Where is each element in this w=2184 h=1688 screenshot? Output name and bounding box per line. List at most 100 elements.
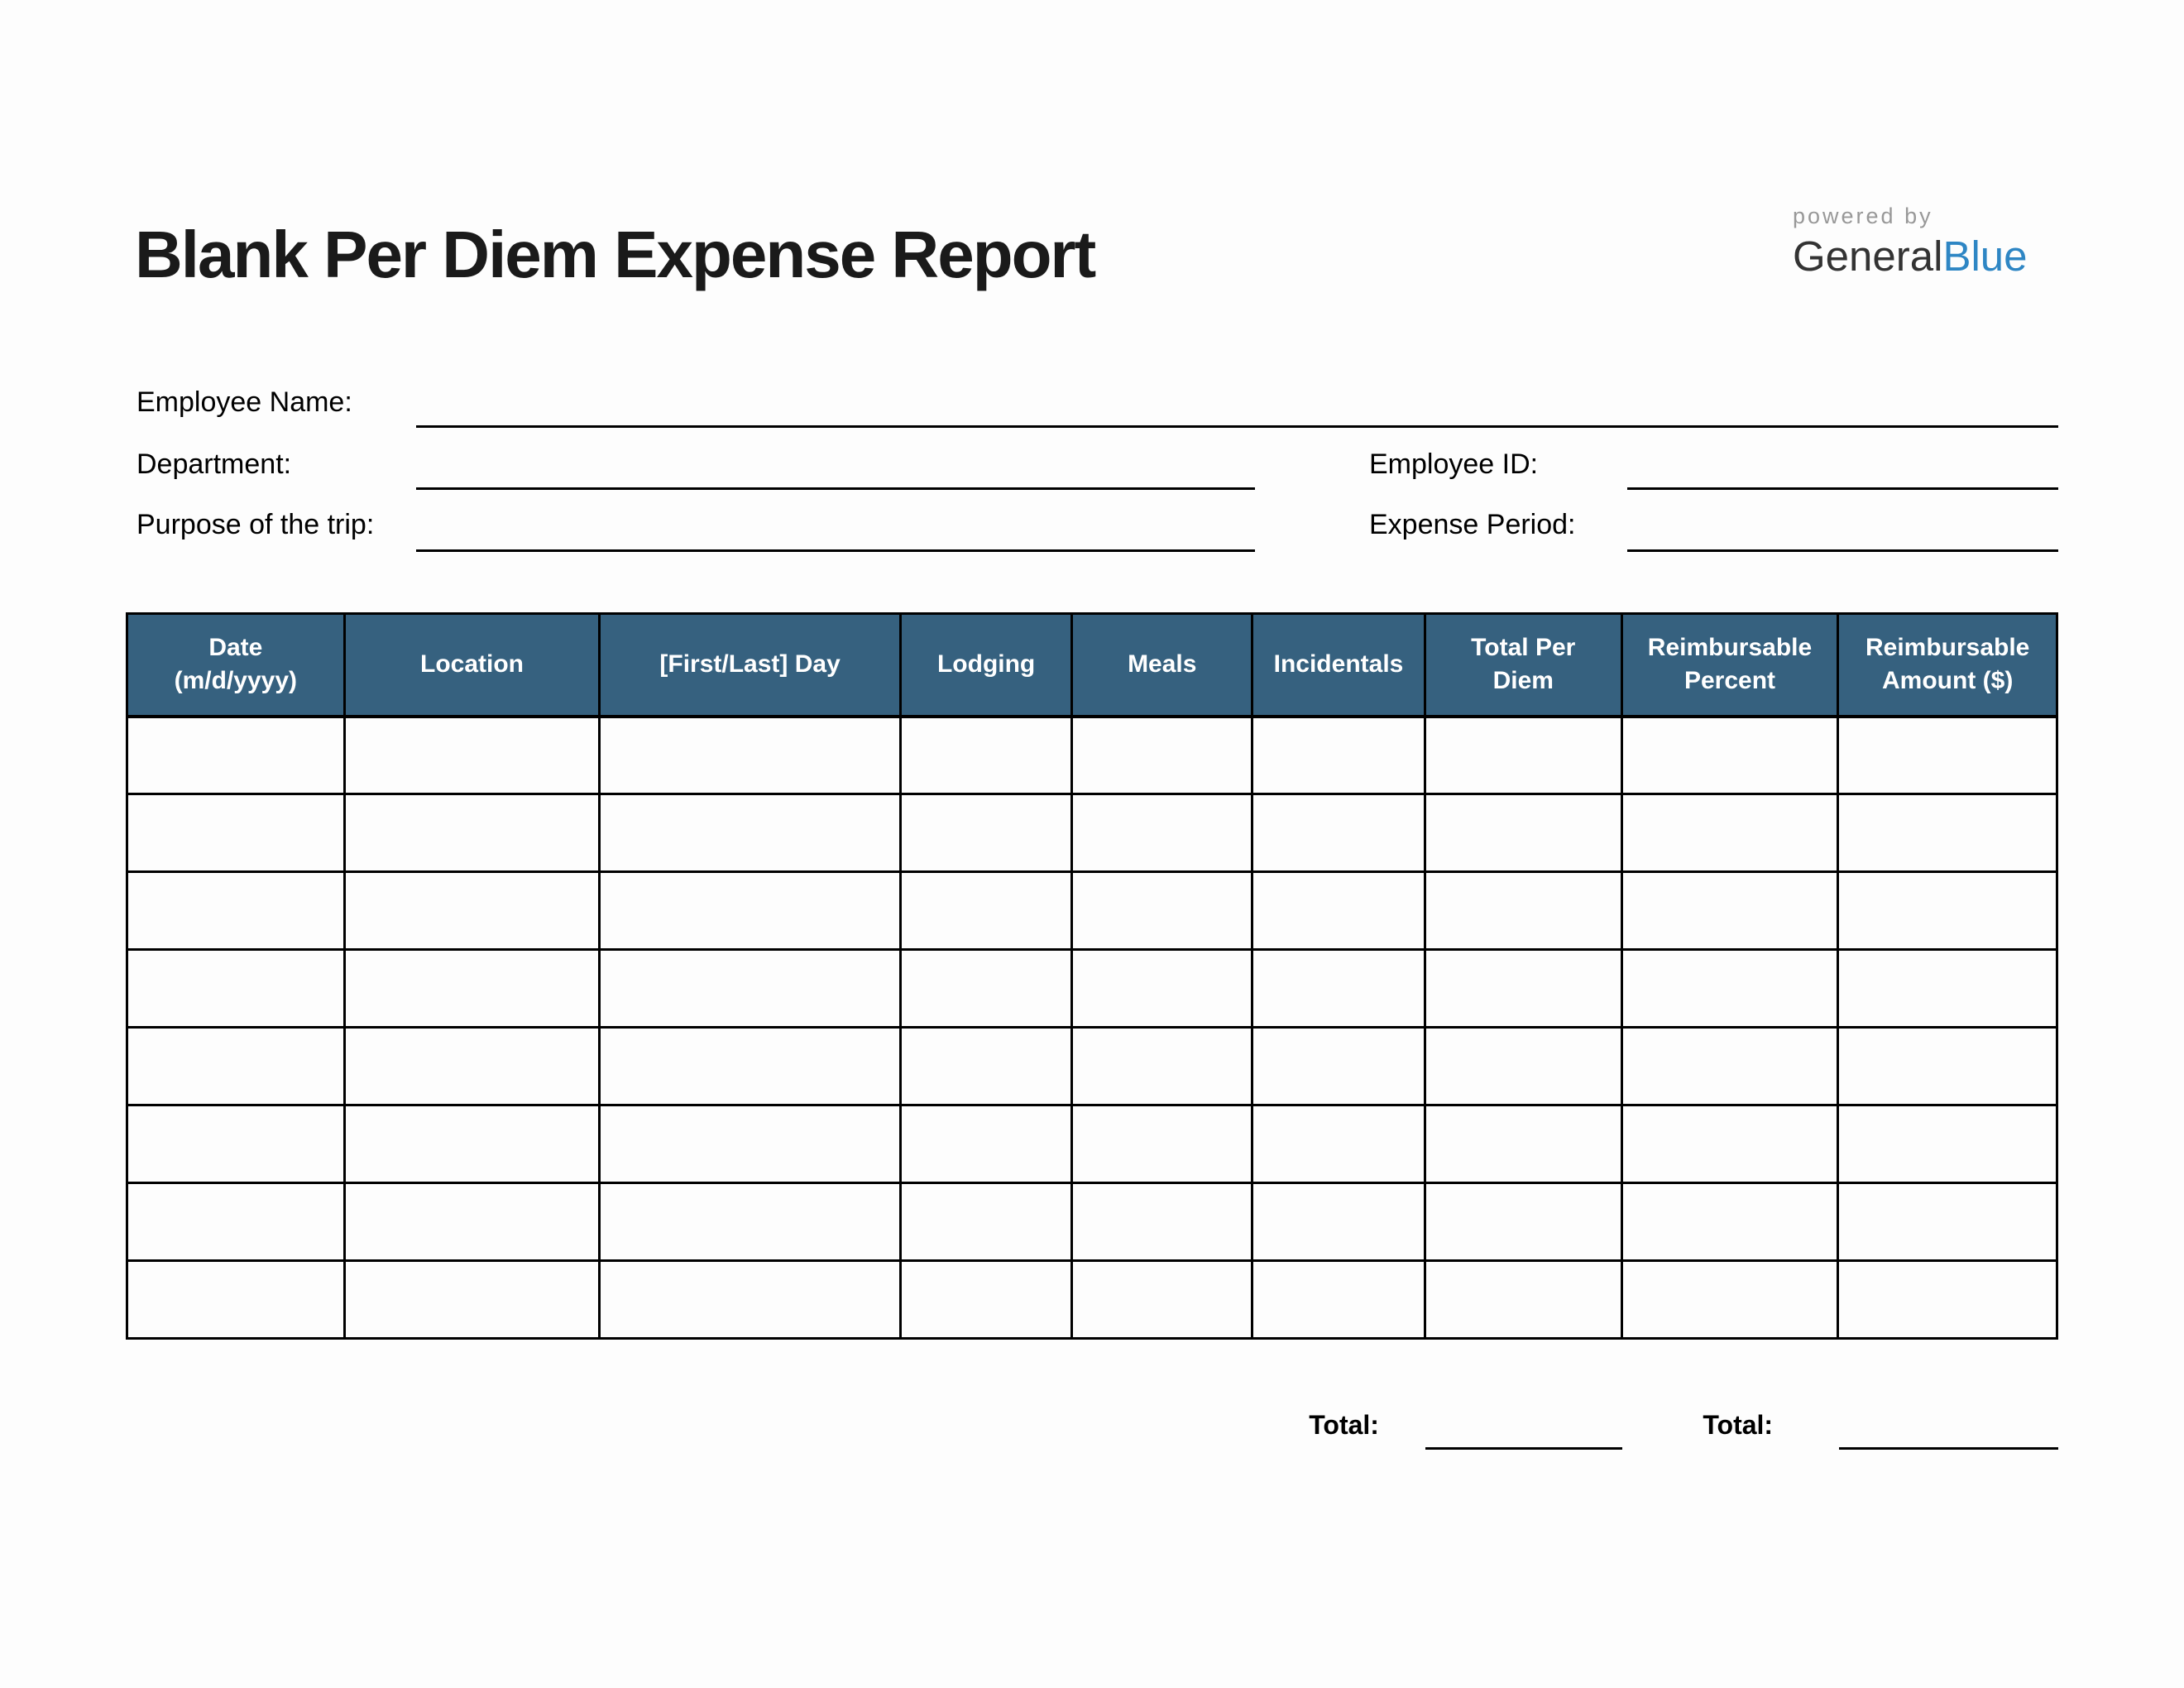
total-per-diem-line[interactable] (1425, 1408, 1622, 1450)
table-cell[interactable] (1621, 1261, 1838, 1339)
table-cell[interactable] (600, 950, 900, 1028)
table-cell[interactable] (1072, 1183, 1252, 1261)
page-title: Blank Per Diem Expense Report (135, 222, 1094, 288)
table-cell[interactable] (344, 717, 600, 794)
table-row (127, 794, 2057, 872)
table-cell[interactable] (1252, 717, 1425, 794)
brand-name-blue: Blue (1942, 233, 2027, 280)
table-cell[interactable] (1838, 794, 2057, 872)
table-cell[interactable] (1072, 872, 1252, 950)
table-cell[interactable] (600, 794, 900, 872)
table-cell[interactable] (1072, 717, 1252, 794)
table-cell[interactable] (900, 1261, 1072, 1339)
table-cell[interactable] (1621, 1105, 1838, 1183)
header-cell-date: Date (m/d/yyyy) (127, 614, 345, 717)
table-cell[interactable] (600, 1261, 900, 1339)
table-cell[interactable] (1252, 1028, 1425, 1105)
department-label: Department: (136, 449, 291, 480)
table-cell[interactable] (1252, 1261, 1425, 1339)
table-cell[interactable] (900, 794, 1072, 872)
table-cell[interactable] (344, 872, 600, 950)
table-cell[interactable] (127, 1105, 345, 1183)
totals-row: Total: Total: (126, 1408, 2058, 1450)
table-cell[interactable] (1252, 1183, 1425, 1261)
table-cell[interactable] (1838, 1183, 2057, 1261)
table-cell[interactable] (127, 717, 345, 794)
table-cell[interactable] (1252, 794, 1425, 872)
table-cell[interactable] (1072, 1105, 1252, 1183)
table-cell[interactable] (1252, 872, 1425, 950)
table-cell[interactable] (127, 872, 345, 950)
table-cell[interactable] (600, 1028, 900, 1105)
table-cell[interactable] (127, 1028, 345, 1105)
table-cell[interactable] (127, 950, 345, 1028)
header-cell-reimbursable-percent: Reimbursable Percent (1621, 614, 1838, 717)
table-cell[interactable] (900, 1105, 1072, 1183)
table-cell[interactable] (344, 1183, 600, 1261)
table-cell[interactable] (344, 1261, 600, 1339)
table-cell[interactable] (1425, 1261, 1621, 1339)
totals-cell: Total: (1622, 1408, 1839, 1450)
table-cell[interactable] (1072, 1261, 1252, 1339)
table-cell[interactable] (1072, 1028, 1252, 1105)
table-cell[interactable] (1425, 872, 1621, 950)
table-row (127, 950, 2057, 1028)
table-cell[interactable] (1425, 950, 1621, 1028)
brand-name: GeneralBlue (1793, 235, 2028, 277)
table-cell[interactable] (1425, 717, 1621, 794)
table-cell[interactable] (1621, 950, 1838, 1028)
table-cell[interactable] (1072, 794, 1252, 872)
table-cell[interactable] (1252, 1105, 1425, 1183)
table-cell[interactable] (127, 794, 345, 872)
table-cell[interactable] (1252, 950, 1425, 1028)
table-cell[interactable] (900, 950, 1072, 1028)
table-cell[interactable] (1838, 1028, 2057, 1105)
table-row (127, 1183, 2057, 1261)
table-cell[interactable] (1072, 950, 1252, 1028)
table-cell[interactable] (600, 1105, 900, 1183)
table-header-row: Date (m/d/yyyy) Location [First/Last] Da… (127, 614, 2057, 717)
table-cell[interactable] (127, 1261, 345, 1339)
expense-period-input-line[interactable] (1627, 510, 2058, 552)
header-cell-meals: Meals (1072, 614, 1252, 717)
table-cell[interactable] (1838, 717, 2057, 794)
powered-by-label: powered by (1793, 205, 2028, 228)
table-cell[interactable] (600, 872, 900, 950)
table-cell[interactable] (127, 1183, 345, 1261)
table-cell[interactable] (1838, 872, 2057, 950)
table-cell[interactable] (344, 950, 600, 1028)
table-cell[interactable] (1621, 1183, 1838, 1261)
table-cell[interactable] (1425, 1028, 1621, 1105)
table-cell[interactable] (600, 1183, 900, 1261)
purpose-of-trip-input-line[interactable] (416, 510, 1255, 552)
table-cell[interactable] (344, 794, 600, 872)
table-cell[interactable] (900, 717, 1072, 794)
table-cell[interactable] (900, 872, 1072, 950)
expense-table-body (127, 717, 2057, 1339)
reimbursable-total-line[interactable] (1839, 1408, 2058, 1450)
table-cell[interactable] (1838, 950, 2057, 1028)
table-cell[interactable] (344, 1105, 600, 1183)
table-cell[interactable] (900, 1183, 1072, 1261)
table-cell[interactable] (600, 717, 900, 794)
table-row (127, 1028, 2057, 1105)
employee-id-input-line[interactable] (1627, 449, 2058, 490)
table-cell[interactable] (1425, 1183, 1621, 1261)
table-cell[interactable] (900, 1028, 1072, 1105)
table-row (127, 717, 2057, 794)
reimbursable-total-label: Total: (1703, 1408, 1839, 1450)
table-cell[interactable] (1621, 717, 1838, 794)
header-cell-incidentals: Incidentals (1252, 614, 1425, 717)
table-cell[interactable] (344, 1028, 600, 1105)
table-cell[interactable] (1838, 1261, 2057, 1339)
brand-logo: powered by GeneralBlue (1793, 205, 2028, 277)
table-cell[interactable] (1838, 1105, 2057, 1183)
header-cell-reimbursable-amount: Reimbursable Amount ($) (1838, 614, 2057, 717)
department-input-line[interactable] (416, 449, 1255, 490)
table-cell[interactable] (1425, 794, 1621, 872)
table-cell[interactable] (1425, 1105, 1621, 1183)
employee-name-input-line[interactable] (416, 387, 2058, 428)
table-cell[interactable] (1621, 1028, 1838, 1105)
table-cell[interactable] (1621, 794, 1838, 872)
table-cell[interactable] (1621, 872, 1838, 950)
